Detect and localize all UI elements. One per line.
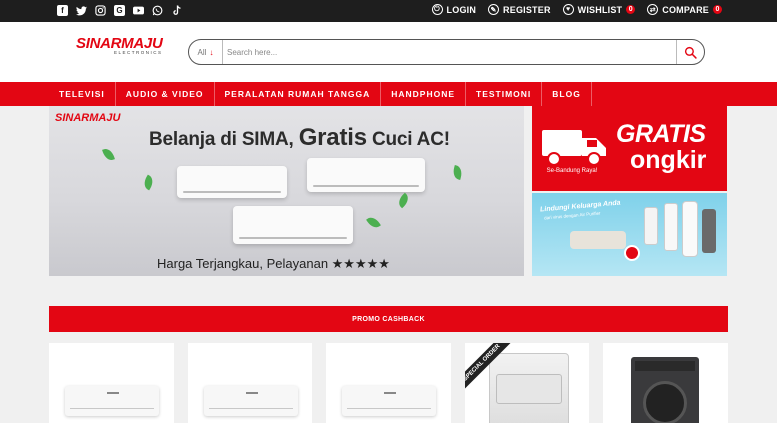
- search-icon: [684, 46, 697, 59]
- main-menu: TELEVISI AUDIO & VIDEO PERALATAN RUMAH T…: [49, 82, 592, 106]
- instagram-icon[interactable]: [95, 5, 106, 16]
- compare-icon: ⇄: [647, 4, 659, 15]
- free-shipping-title: GRATIS: [616, 120, 706, 148]
- banner-headline-part1: Belanja di SIMA,: [149, 129, 299, 150]
- top-bar: f G ⏻ LOGIN ✎ REGISTER ♥ WISHLIST 0 ⇄ CO…: [0, 0, 777, 22]
- purifier-product-image: [702, 209, 716, 253]
- sofa-image: [570, 231, 626, 249]
- product-card[interactable]: [603, 343, 728, 423]
- product-image: [203, 386, 298, 416]
- nav-item-peralatan-rumah-tangga[interactable]: PERALATAN RUMAH TANGGA: [215, 82, 382, 106]
- product-card[interactable]: [326, 343, 451, 423]
- free-shipping-banner[interactable]: GRATIS ongkir Se-Bandung Raya!: [532, 106, 727, 191]
- product-card[interactable]: SPECIAL ORDER: [464, 343, 590, 423]
- free-shipping-subtitle: ongkir: [630, 146, 707, 174]
- wishlist-count-badge: 0: [626, 5, 636, 14]
- site-header: SINARMAJU ELECTRONICS All ↓: [0, 22, 777, 82]
- banner-ac-unit-right: [307, 158, 425, 192]
- brand-mark: [245, 392, 258, 394]
- heart-icon: ♥: [562, 4, 574, 15]
- compare-count-badge: 0: [713, 5, 722, 14]
- wishlist-label: WISHLIST: [577, 4, 623, 15]
- nav-item-testimoni[interactable]: TESTIMONI: [466, 82, 543, 106]
- product-image: [65, 386, 159, 416]
- login-link[interactable]: ⏻ LOGIN: [431, 4, 477, 15]
- twitter-icon[interactable]: [76, 5, 87, 16]
- product-card[interactable]: [187, 343, 313, 423]
- compare-label: COMPARE: [662, 4, 709, 15]
- product-card[interactable]: [49, 343, 174, 423]
- edit-icon: ✎: [488, 4, 500, 15]
- promo-section-title: PROMO CASHBACK: [49, 306, 728, 332]
- purifier-product-image: [682, 201, 698, 257]
- register-label: REGISTER: [503, 4, 551, 15]
- site-logo[interactable]: SINARMAJU ELECTRONICS: [76, 35, 166, 69]
- leaf-decoration: [366, 214, 381, 231]
- purifier-product-image: [644, 207, 658, 245]
- delivery-truck-icon: [542, 130, 606, 166]
- search-button[interactable]: [676, 40, 704, 64]
- nav-item-televisi[interactable]: TELEVISI: [49, 82, 116, 106]
- leaf-decoration: [451, 165, 464, 180]
- register-link[interactable]: ✎ REGISTER: [488, 4, 551, 15]
- tiktok-icon[interactable]: [171, 5, 182, 16]
- compare-link[interactable]: ⇄ COMPARE 0: [647, 4, 722, 15]
- arrow-down-icon: ↓: [209, 47, 214, 57]
- banner-headline-part3: Cuci AC!: [366, 129, 450, 150]
- facebook-icon[interactable]: f: [57, 5, 68, 16]
- dryer-door: [643, 381, 688, 423]
- banner-logo: SINARMAJU: [55, 112, 121, 124]
- power-icon: ⏻: [431, 4, 443, 15]
- google-plus-icon[interactable]: G: [114, 5, 125, 16]
- banner-tagline: Harga Terjangkau, Pelayanan ★★★★★: [157, 256, 390, 271]
- leaf-decoration: [102, 146, 115, 163]
- main-nav: TELEVISI AUDIO & VIDEO PERALATAN RUMAH T…: [0, 82, 777, 106]
- social-links: f G: [57, 5, 182, 16]
- air-purifier-banner[interactable]: Lindungi Keluarga Anda dari virus dengan…: [532, 193, 727, 276]
- product-list: SPECIAL ORDER: [49, 343, 728, 423]
- search-bar: All ↓: [188, 39, 705, 65]
- product-image: [342, 386, 437, 416]
- leaf-decoration: [395, 192, 412, 209]
- nav-item-blog[interactable]: BLOG: [542, 82, 592, 106]
- washer-lid: [495, 374, 562, 404]
- nav-item-audio-video[interactable]: AUDIO & VIDEO: [116, 82, 215, 106]
- login-label: LOGIN: [446, 4, 477, 15]
- main-banner[interactable]: SINARMAJU Belanja di SIMA, Gratis Cuci A…: [49, 106, 524, 276]
- whatsapp-icon[interactable]: [152, 5, 163, 16]
- search-category-select[interactable]: All ↓: [189, 40, 223, 64]
- banner-headline-part2: Gratis: [298, 124, 367, 151]
- wishlist-link[interactable]: ♥ WISHLIST 0: [562, 4, 636, 15]
- account-links: ⏻ LOGIN ✎ REGISTER ♥ WISHLIST 0 ⇄ COMPAR…: [431, 4, 722, 15]
- nav-item-handphone[interactable]: HANDPHONE: [381, 82, 466, 106]
- youtube-icon[interactable]: [133, 5, 144, 16]
- house-badge: [624, 245, 640, 261]
- purifier-product-image: [664, 203, 678, 251]
- banner-headline: Belanja di SIMA, Gratis Cuci AC!: [149, 124, 450, 152]
- search-input[interactable]: [227, 43, 667, 61]
- search-category-value: All: [197, 47, 207, 57]
- banner-ac-unit-center: [233, 206, 353, 244]
- logo-subtext: ELECTRONICS: [114, 50, 163, 55]
- product-image: [631, 357, 700, 423]
- banner-ac-unit-left: [177, 166, 287, 198]
- product-image: [488, 353, 569, 423]
- free-shipping-area: Se-Bandung Raya!: [546, 168, 598, 174]
- brand-mark: [384, 392, 397, 394]
- leaf-decoration: [141, 174, 156, 191]
- brand-mark: [107, 392, 119, 394]
- dryer-panel: [635, 361, 696, 371]
